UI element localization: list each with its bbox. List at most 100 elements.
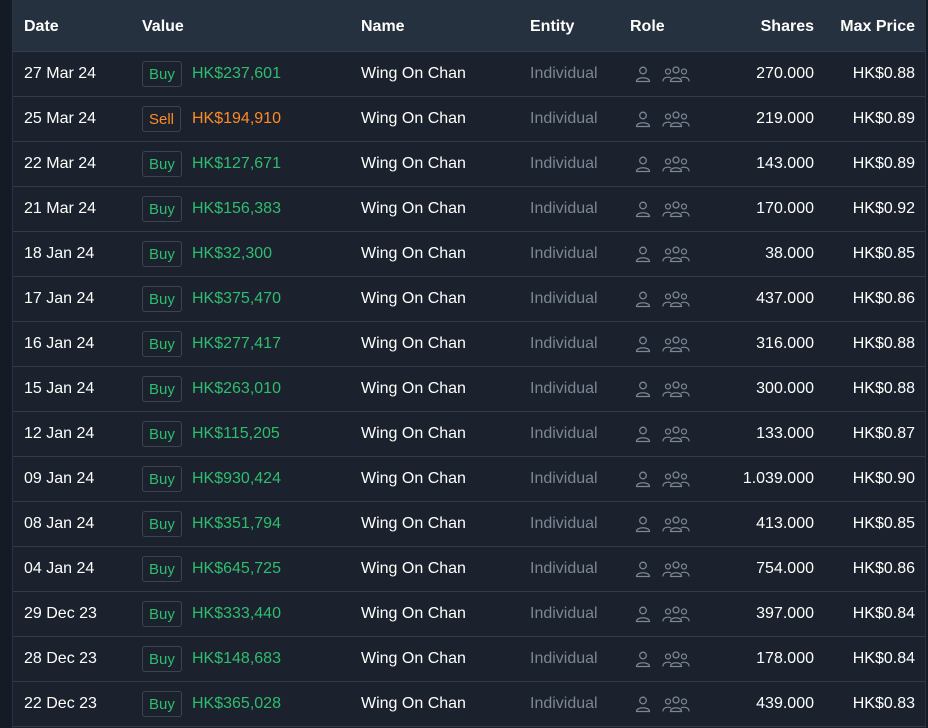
transaction-type-badge: Buy — [142, 286, 182, 312]
date-cell: 21 Mar 24 — [24, 200, 97, 217]
value-cell: HK$115,205 — [192, 425, 280, 442]
entity-cell: Individual — [530, 650, 598, 667]
insider-name-link[interactable]: Wing On Chan — [361, 367, 466, 411]
table-row[interactable]: 22 Dec 23 Buy HK$365,028 Wing On Chan In… — [13, 682, 925, 727]
date-cell: 08 Jan 24 — [24, 515, 95, 532]
transaction-type-badge: Buy — [142, 511, 182, 537]
entity-cell: Individual — [530, 425, 598, 442]
table-row[interactable]: 09 Jan 24 Buy HK$930,424 Wing On Chan In… — [13, 457, 925, 502]
insider-name-link[interactable]: Wing On Chan — [361, 592, 466, 636]
group-icon — [662, 291, 690, 308]
group-icon — [662, 516, 690, 533]
entity-cell: Individual — [530, 560, 598, 577]
value-cell: HK$263,010 — [192, 380, 281, 397]
transaction-type-badge: Buy — [142, 61, 182, 87]
shares-cell: 300.000 — [756, 380, 814, 397]
transaction-type-badge: Sell — [142, 106, 182, 132]
insider-name-link[interactable]: Wing On Chan — [361, 52, 466, 96]
max-price-cell: HK$0.83 — [852, 695, 915, 712]
insider-name-link[interactable]: Wing On Chan — [361, 277, 466, 321]
column-header-name[interactable]: Name — [361, 0, 405, 52]
column-header-date[interactable]: Date — [24, 0, 59, 52]
table-row[interactable]: 21 Mar 24 Buy HK$156,383 Wing On Chan In… — [13, 187, 925, 232]
person-icon — [635, 516, 651, 533]
insider-name-link[interactable]: Wing On Chan — [361, 457, 466, 501]
date-cell: 28 Dec 23 — [24, 650, 97, 667]
shares-cell: 270.000 — [756, 65, 814, 82]
group-icon — [662, 381, 690, 398]
transaction-type-badge: Buy — [142, 376, 182, 402]
insider-name-link[interactable]: Wing On Chan — [361, 637, 466, 681]
max-price-cell: HK$0.89 — [852, 155, 915, 172]
group-icon — [662, 336, 690, 353]
insider-name-link[interactable]: Wing On Chan — [361, 412, 466, 456]
max-price-cell: HK$0.88 — [852, 380, 915, 397]
table-row[interactable]: 27 Mar 24 Buy HK$237,601 Wing On Chan In… — [13, 52, 925, 97]
max-price-cell: HK$0.88 — [852, 335, 915, 352]
transaction-type-badge: Buy — [142, 151, 182, 177]
table-row[interactable]: 17 Jan 24 Buy HK$375,470 Wing On Chan In… — [13, 277, 925, 322]
column-header-shares[interactable]: Shares — [761, 0, 814, 52]
transaction-type-badge: Buy — [142, 331, 182, 357]
value-cell: HK$365,028 — [192, 695, 281, 712]
group-icon — [662, 606, 690, 623]
value-cell: HK$375,470 — [192, 290, 281, 307]
max-price-cell: HK$0.86 — [852, 560, 915, 577]
table-row[interactable]: 15 Jan 24 Buy HK$263,010 Wing On Chan In… — [13, 367, 925, 412]
insider-name-link[interactable]: Wing On Chan — [361, 97, 466, 141]
date-cell: 16 Jan 24 — [24, 335, 95, 352]
table-row[interactable]: 16 Jan 24 Buy HK$277,417 Wing On Chan In… — [13, 322, 925, 367]
person-icon — [635, 381, 651, 398]
max-price-cell: HK$0.88 — [852, 65, 915, 82]
transaction-type-badge: Buy — [142, 241, 182, 267]
shares-cell: 439.000 — [756, 695, 814, 712]
shares-cell: 437.000 — [756, 290, 814, 307]
entity-cell: Individual — [530, 290, 598, 307]
table-row[interactable]: 04 Jan 24 Buy HK$645,725 Wing On Chan In… — [13, 547, 925, 592]
shares-cell: 316.000 — [756, 335, 814, 352]
table-row[interactable]: 29 Dec 23 Buy HK$333,440 Wing On Chan In… — [13, 592, 925, 637]
shares-cell: 754.000 — [756, 560, 814, 577]
insider-name-link[interactable]: Wing On Chan — [361, 547, 466, 591]
table-row[interactable]: 18 Jan 24 Buy HK$32,300 Wing On Chan Ind… — [13, 232, 925, 277]
table-row[interactable]: 12 Jan 24 Buy HK$115,205 Wing On Chan In… — [13, 412, 925, 457]
date-cell: 17 Jan 24 — [24, 290, 95, 307]
insider-name-link[interactable]: Wing On Chan — [361, 322, 466, 366]
group-icon — [662, 471, 690, 488]
value-cell: HK$237,601 — [192, 65, 281, 82]
column-header-role[interactable]: Role — [630, 0, 665, 52]
table-row[interactable]: 08 Jan 24 Buy HK$351,794 Wing On Chan In… — [13, 502, 925, 547]
person-icon — [635, 471, 651, 488]
group-icon — [662, 156, 690, 173]
insider-name-link[interactable]: Wing On Chan — [361, 187, 466, 231]
transaction-type-badge: Buy — [142, 646, 182, 672]
insider-name-link[interactable]: Wing On Chan — [361, 232, 466, 276]
shares-cell: 219.000 — [756, 110, 814, 127]
group-icon — [662, 246, 690, 263]
table-row[interactable]: 25 Mar 24 Sell HK$194,910 Wing On Chan I… — [13, 97, 925, 142]
entity-cell: Individual — [530, 155, 598, 172]
value-cell: HK$277,417 — [192, 335, 281, 352]
insider-name-link[interactable]: Wing On Chan — [361, 682, 466, 726]
date-cell: 22 Dec 23 — [24, 695, 97, 712]
shares-cell: 133.000 — [756, 425, 814, 442]
entity-cell: Individual — [530, 380, 598, 397]
shares-cell: 178.000 — [756, 650, 814, 667]
entity-cell: Individual — [530, 200, 598, 217]
table-row[interactable]: 22 Mar 24 Buy HK$127,671 Wing On Chan In… — [13, 142, 925, 187]
column-header-value[interactable]: Value — [142, 0, 184, 52]
person-icon — [635, 696, 651, 713]
max-price-cell: HK$0.85 — [852, 515, 915, 532]
date-cell: 22 Mar 24 — [24, 155, 97, 172]
shares-cell: 170.000 — [756, 200, 814, 217]
column-header-entity[interactable]: Entity — [530, 0, 574, 52]
date-cell: 29 Dec 23 — [24, 605, 97, 622]
insider-name-link[interactable]: Wing On Chan — [361, 142, 466, 186]
value-cell: HK$194,910 — [192, 110, 281, 127]
max-price-cell: HK$0.92 — [852, 200, 915, 217]
column-header-max-price[interactable]: Max Price — [840, 0, 915, 52]
date-cell: 12 Jan 24 — [24, 425, 95, 442]
table-row[interactable]: 28 Dec 23 Buy HK$148,683 Wing On Chan In… — [13, 637, 925, 682]
entity-cell: Individual — [530, 65, 598, 82]
insider-name-link[interactable]: Wing On Chan — [361, 502, 466, 546]
